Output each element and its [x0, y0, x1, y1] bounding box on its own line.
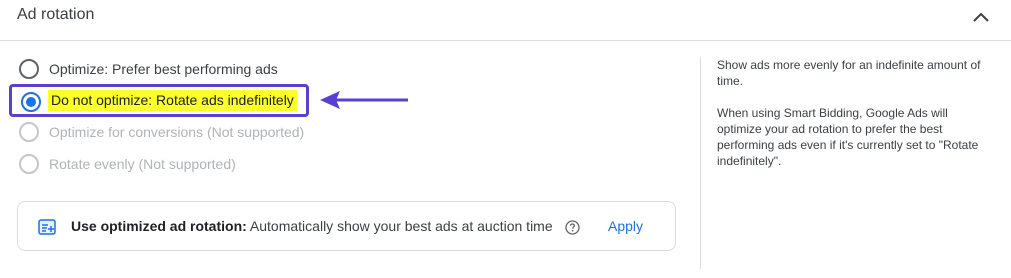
option-prefer-best-performing[interactable]: Optimize: Prefer best performing ads — [19, 58, 278, 80]
optimize-icon — [38, 219, 56, 235]
help-panel: Show ads more evenly for an indefinite a… — [717, 57, 992, 185]
option-rotate-evenly: Rotate evenly (Not supported) — [19, 153, 236, 175]
help-circle-icon[interactable] — [565, 220, 580, 235]
option-label: Rotate evenly (Not supported) — [49, 156, 236, 172]
recommendation-title: Use optimized ad rotation: — [71, 218, 247, 234]
option-rotate-indefinitely[interactable]: Do not optimize: Rotate ads indefinitely — [9, 84, 309, 117]
option-label-highlighted: Do not optimize: Rotate ads indefinitely — [48, 90, 297, 111]
option-label: Optimize: Prefer best performing ads — [49, 61, 278, 77]
section-header[interactable]: Ad rotation — [0, 0, 1011, 41]
radio-button-disabled — [19, 154, 39, 174]
vertical-divider — [700, 57, 701, 269]
option-optimize-conversions: Optimize for conversions (Not supported) — [19, 121, 304, 143]
option-label: Optimize for conversions (Not supported) — [49, 124, 305, 140]
radio-button[interactable] — [19, 59, 39, 79]
recommendation-text: Use optimized ad rotation: Automatically… — [71, 218, 553, 234]
section-title: Ad rotation — [17, 6, 95, 23]
arrow-left-icon — [320, 91, 408, 109]
rotation-options: Optimize: Prefer best performing ads Do … — [0, 41, 700, 278]
apply-button[interactable]: Apply — [608, 218, 643, 234]
radio-button-disabled — [19, 122, 39, 142]
recommendation-description: Automatically show your best ads at auct… — [249, 218, 553, 234]
chevron-up-icon[interactable] — [969, 6, 993, 28]
radio-button-selected[interactable] — [21, 92, 41, 112]
recommendation-card: Use optimized ad rotation: Automatically… — [17, 201, 676, 251]
help-paragraph-2: When using Smart Bidding, Google Ads wil… — [717, 106, 979, 168]
help-paragraph-1: Show ads more evenly for an indefinite a… — [717, 58, 981, 88]
